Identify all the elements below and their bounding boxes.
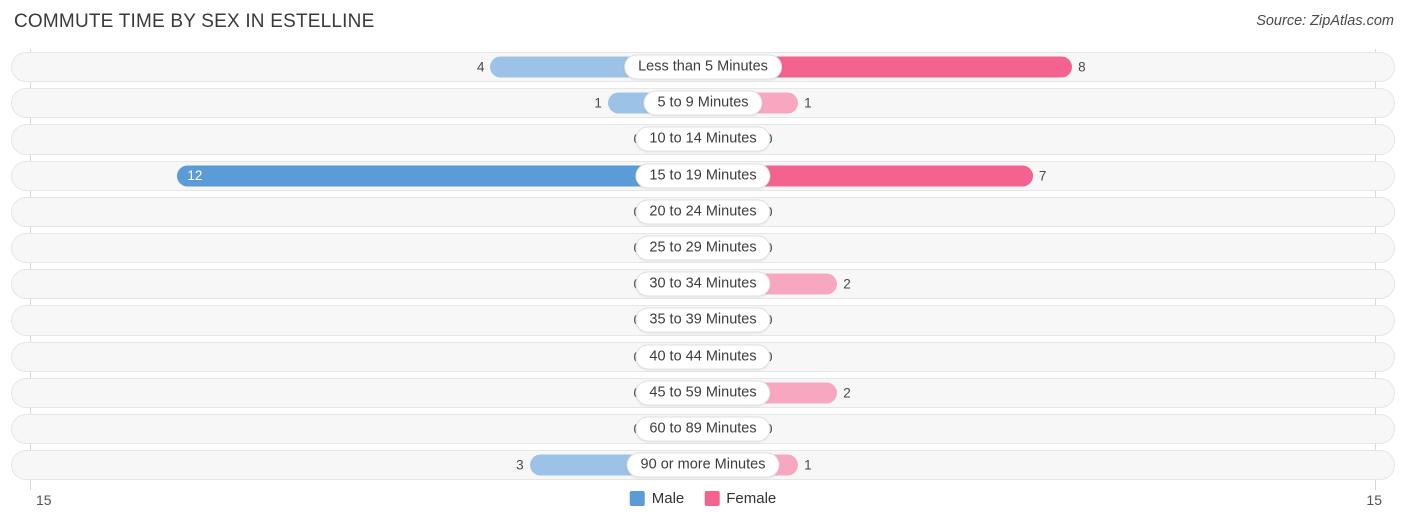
bar-row[interactable]: 0020 to 24 Minutes [0,194,1406,230]
category-label: 15 to 19 Minutes [635,163,771,189]
source-attribution: Source: ZipAtlas.com [1256,13,1394,29]
category-label: 35 to 39 Minutes [635,307,771,333]
male-value-label: 4 [476,59,485,75]
legend-item-male[interactable]: Male [629,490,685,507]
bar-row[interactable]: 0245 to 59 Minutes [0,375,1406,411]
bar-row[interactable]: 0025 to 29 Minutes [0,230,1406,266]
bar-row[interactable]: 12 7 15 to 19 Minutes [0,158,1406,194]
category-label: 25 to 29 Minutes [635,235,771,261]
axis-tick-right: 15 [1366,492,1382,508]
plot-area: 4 8 Less than 5 Minutes 1 1 5 to 9 Minutes 001… [0,49,1406,490]
male-value-label: 3 [516,457,524,473]
category-label: 5 to 9 Minutes [643,90,763,116]
legend-item-female[interactable]: Female [704,490,776,507]
male-value-label: 12 [187,168,203,184]
chart-container: COMMUTE TIME BY SEX IN ESTELLINE Source:… [0,0,1406,523]
chart-footer: 15 15 Male Female [0,483,1406,523]
female-value-label: 7 [1038,168,1047,184]
axis-tick-left: 15 [36,492,52,508]
female-value-label: 1 [804,95,812,111]
male-value-label: 1 [594,95,602,111]
category-label: 40 to 44 Minutes [635,344,771,370]
bar-row[interactable]: 1 1 5 to 9 Minutes [0,85,1406,121]
chart-header: COMMUTE TIME BY SEX IN ESTELLINE Source:… [0,0,1406,44]
page-title: COMMUTE TIME BY SEX IN ESTELLINE [14,11,375,32]
bar-row[interactable]: 0040 to 44 Minutes [0,339,1406,375]
bar-row[interactable]: 0230 to 34 Minutes [0,266,1406,302]
category-label: 90 or more Minutes [626,452,780,478]
bar-row[interactable]: 4 8 Less than 5 Minutes [0,49,1406,85]
female-color-swatch-icon [704,491,720,506]
legend-label-male: Male [651,490,685,507]
female-value-label: 2 [843,385,851,401]
bar-rows: 4 8 Less than 5 Minutes 1 1 5 to 9 Minutes 001… [0,49,1406,483]
bar-row[interactable]: 0060 to 89 Minutes [0,411,1406,447]
female-value-label: 8 [1078,59,1086,75]
category-label: 45 to 59 Minutes [635,380,771,406]
category-label: 20 to 24 Minutes [635,199,771,225]
category-label: 30 to 34 Minutes [635,271,771,297]
bar-row[interactable]: 0035 to 39 Minutes [0,302,1406,338]
female-value-label: 1 [804,457,812,473]
category-label: Less than 5 Minutes [624,54,782,80]
male-color-swatch-icon [629,491,645,506]
category-label: 60 to 89 Minutes [635,416,771,442]
bar-row[interactable]: 0010 to 14 Minutes [0,121,1406,157]
female-value-label: 2 [843,276,851,292]
legend: Male Female [629,490,776,507]
category-label: 10 to 14 Minutes [635,126,771,152]
bar-row[interactable]: 3 1 90 or more Minutes [0,447,1406,483]
legend-label-female: Female [726,490,777,507]
male-bar[interactable]: 12 [177,165,703,187]
